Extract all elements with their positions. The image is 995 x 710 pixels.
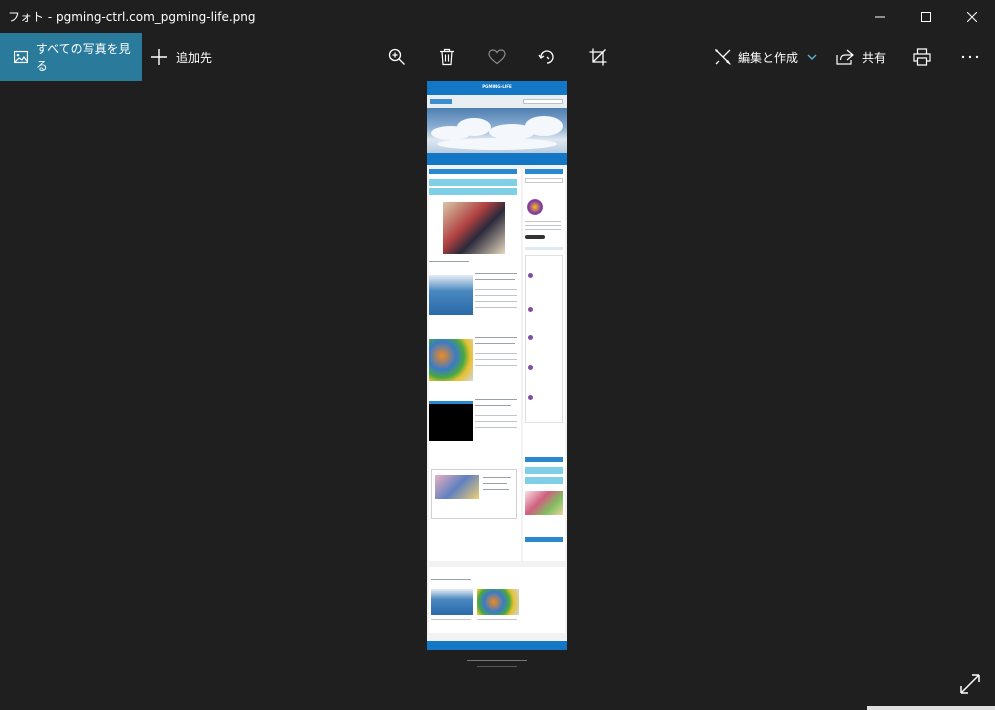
see-all-photos-button[interactable]: すべての写真を見る — [0, 33, 142, 81]
expand-button[interactable] — [958, 672, 982, 696]
edit-create-button[interactable]: 編集と作成 — [714, 33, 824, 81]
printer-icon — [913, 48, 931, 66]
close-button[interactable] — [949, 0, 995, 33]
share-icon — [836, 49, 854, 65]
chevron-down-icon — [807, 54, 817, 60]
heart-icon — [488, 49, 506, 65]
close-icon — [967, 11, 977, 22]
toolbar: すべての写真を見る 追加先 編集と作成 共有 — [0, 33, 995, 81]
add-to-button[interactable]: 追加先 — [150, 33, 212, 81]
see-all-photos-label: すべての写真を見る — [35, 42, 131, 73]
share-label: 共有 — [862, 50, 887, 65]
print-button[interactable] — [902, 33, 942, 81]
trash-icon — [440, 48, 454, 66]
delete-button[interactable] — [427, 33, 467, 81]
site-hero-image — [427, 108, 567, 153]
site-footer-band — [427, 641, 567, 650]
photo-icon — [14, 50, 28, 64]
site-sidebar — [523, 169, 565, 561]
minimize-button[interactable] — [857, 0, 903, 33]
crop-button[interactable] — [578, 33, 618, 81]
zoom-in-icon — [388, 48, 405, 65]
window-controls — [857, 0, 995, 33]
expand-icon — [960, 674, 980, 694]
site-intro-band — [427, 153, 567, 165]
site-related-section — [429, 567, 565, 633]
share-button[interactable]: 共有 — [836, 33, 886, 81]
site-footer — [427, 650, 567, 676]
title-bar: フォト - pgming-ctrl.com_pgming-life.png — [0, 0, 995, 33]
bottom-edge-strip — [867, 706, 995, 710]
edit-create-label: 編集と作成 — [738, 50, 799, 65]
maximize-icon — [921, 11, 931, 22]
site-main-column — [429, 169, 521, 561]
add-to-label: 追加先 — [176, 50, 213, 65]
zoom-button[interactable] — [377, 33, 417, 81]
photo-stage[interactable]: PGMING-LIFE — [0, 81, 995, 710]
photo-viewer-image[interactable]: PGMING-LIFE — [427, 81, 567, 676]
maximize-button[interactable] — [903, 0, 949, 33]
site-search-box — [523, 99, 563, 104]
more-button[interactable] — [950, 33, 990, 81]
plus-icon — [151, 49, 167, 65]
crop-icon — [589, 48, 607, 66]
site-title: PGMING-LIFE — [482, 84, 512, 89]
minimize-icon — [875, 16, 885, 17]
site-nav-button — [430, 99, 452, 104]
rotate-icon — [538, 50, 554, 64]
window-title: フォト - pgming-ctrl.com_pgming-life.png — [8, 10, 256, 24]
edit-tools-icon — [715, 49, 731, 65]
site-nav — [427, 95, 567, 108]
rotate-button[interactable] — [527, 33, 567, 81]
more-icon — [961, 55, 979, 59]
favorite-button[interactable] — [477, 33, 517, 81]
